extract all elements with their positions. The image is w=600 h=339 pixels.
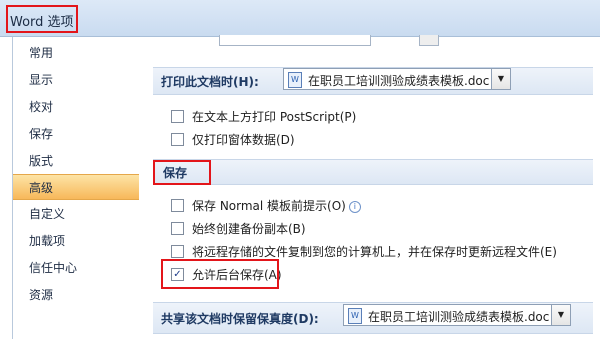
backup-checkbox[interactable] <box>171 222 184 235</box>
chevron-down-icon[interactable]: ▼ <box>551 305 570 325</box>
nav-item-display[interactable]: 显示 <box>13 67 139 93</box>
form-data-checkbox[interactable] <box>171 133 184 146</box>
print-document-value: 在职员工培训测验成绩表模板.doc <box>308 74 490 88</box>
word-doc-icon: W <box>288 72 302 88</box>
info-icon[interactable]: i <box>348 201 361 213</box>
chevron-down-icon[interactable]: ▼ <box>491 69 510 89</box>
title-bar: Word 选项 <box>0 0 600 37</box>
options-nav: 常用 显示 校对 保存 版式 高级 自定义 加载项 信任中心 资源 <box>12 37 140 339</box>
clipped-dropdown-button <box>419 35 439 46</box>
print-section-label: 打印此文档时(H): <box>161 75 259 89</box>
save-section-bar: 保存 <box>153 159 593 185</box>
background-save-highlight-box <box>161 259 279 289</box>
save-section-highlight-box <box>153 160 211 185</box>
options-panel: 打印此文档时(H): W 在职员工培训测验成绩表模板.doc ▼ 在文本上方打印… <box>139 35 600 339</box>
nav-item-proofing[interactable]: 校对 <box>13 94 139 120</box>
postscript-checkbox[interactable] <box>171 110 184 123</box>
backup-label: 始终创建备份副本(B) <box>192 222 306 236</box>
share-document-select[interactable]: W 在职员工培训测验成绩表模板.doc ▼ <box>343 304 571 326</box>
postscript-option[interactable]: 在文本上方打印 PostScript(P) <box>171 108 356 126</box>
nav-item-common[interactable]: 常用 <box>13 40 139 66</box>
nav-item-layout[interactable]: 版式 <box>13 148 139 174</box>
title-highlight-box <box>6 5 78 33</box>
form-data-label: 仅打印窗体数据(D) <box>192 133 295 147</box>
share-section-label: 共享该文档时保留保真度(D): <box>161 312 319 326</box>
form-data-option[interactable]: 仅打印窗体数据(D) <box>171 131 295 149</box>
nav-item-customize[interactable]: 自定义 <box>13 201 139 227</box>
postscript-label: 在文本上方打印 PostScript(P) <box>192 110 357 124</box>
normal-template-label: 保存 Normal 模板前提示(O) <box>192 199 346 213</box>
remote-copy-checkbox[interactable] <box>171 245 184 258</box>
clipped-dropdown <box>219 35 371 46</box>
nav-item-save[interactable]: 保存 <box>13 121 139 147</box>
backup-option[interactable]: 始终创建备份副本(B) <box>171 220 306 238</box>
nav-item-advanced[interactable]: 高级 <box>13 174 139 200</box>
print-document-select[interactable]: W 在职员工培训测验成绩表模板.doc ▼ <box>283 68 511 90</box>
normal-template-checkbox[interactable] <box>171 199 184 212</box>
word-doc-icon: W <box>348 308 362 324</box>
share-document-value: 在职员工培训测验成绩表模板.doc <box>368 310 550 324</box>
remote-copy-label: 将远程存储的文件复制到您的计算机上，并在保存时更新远程文件(E) <box>192 245 557 259</box>
nav-item-resources[interactable]: 资源 <box>13 282 139 308</box>
nav-item-trust-center[interactable]: 信任中心 <box>13 255 139 281</box>
nav-item-addins[interactable]: 加载项 <box>13 228 139 254</box>
normal-template-option[interactable]: 保存 Normal 模板前提示(O) i <box>171 197 361 215</box>
